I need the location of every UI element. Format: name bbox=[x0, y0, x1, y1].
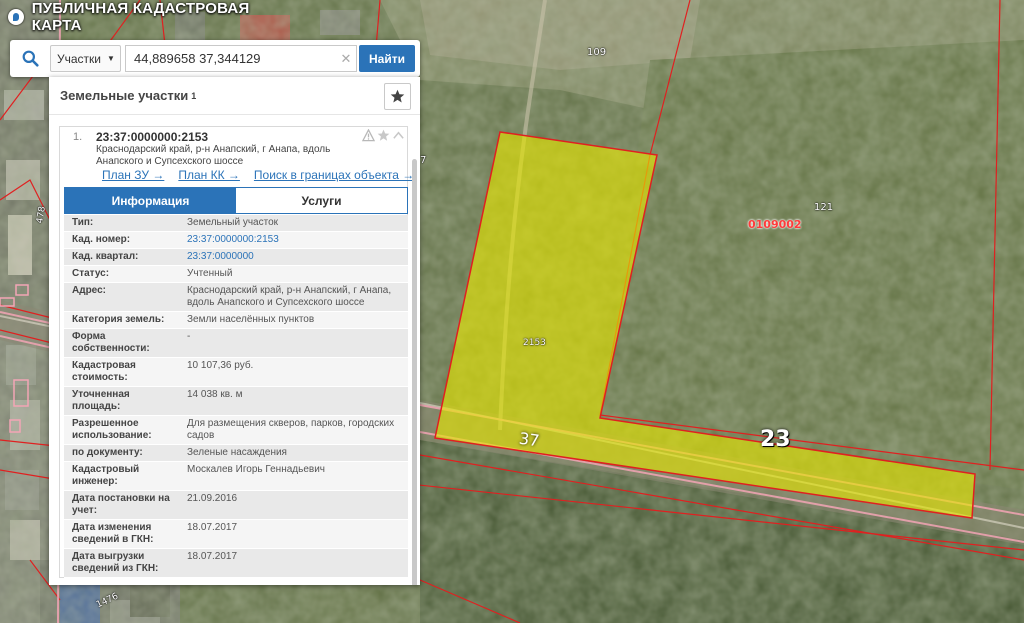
result-tools bbox=[361, 128, 405, 142]
info-key: Кадастровая стоимость: bbox=[72, 360, 136, 383]
panel-title: Земельные участки bbox=[60, 88, 189, 103]
star-icon bbox=[390, 89, 405, 103]
star-outline-icon[interactable] bbox=[377, 129, 390, 142]
panel-header: Земельные участки 1 bbox=[49, 77, 420, 115]
results-scroll-area[interactable]: 1. 23:37:0000000:2153 Краснодарский край… bbox=[49, 116, 420, 585]
map-label-23: 23 bbox=[760, 427, 791, 452]
info-value: 18.07.2017 bbox=[187, 551, 238, 562]
search-bar: Участки ▼ ✕ Найти bbox=[10, 40, 420, 77]
map-label-121: 121 bbox=[814, 202, 834, 213]
info-value-link[interactable]: 23:37:0000000:2153 bbox=[176, 232, 408, 248]
info-key: Дата выгрузки сведений из ГКН: bbox=[72, 551, 159, 574]
info-key: Дата постановки на учет: bbox=[72, 493, 170, 516]
warning-icon[interactable] bbox=[361, 128, 376, 142]
info-value: 10 107,36 руб. bbox=[187, 360, 254, 371]
map-label-37: 37 bbox=[517, 428, 541, 451]
search-input-wrap: ✕ bbox=[125, 45, 357, 72]
result-address: Краснодарский край, р-н Анапский, г Анап… bbox=[96, 144, 331, 167]
map-label-quarter: 0109002 bbox=[748, 218, 802, 231]
find-button[interactable]: Найти bbox=[359, 45, 415, 72]
info-row: Разрешенное использование: Для размещения… bbox=[64, 416, 408, 445]
info-row: Форма собственности: - bbox=[64, 329, 408, 358]
info-value: Москалев Игорь Геннадьевич bbox=[187, 464, 326, 475]
tab-information[interactable]: Информация bbox=[65, 188, 236, 213]
info-key: Статус: bbox=[72, 268, 110, 279]
map-label-7: 7 bbox=[420, 155, 427, 166]
info-value: 18.07.2017 bbox=[187, 522, 238, 533]
info-row: Кад. номер: 23:37:0000000:2153 bbox=[64, 232, 408, 249]
info-row: Дата постановки на учет: 21.09.2016 bbox=[64, 491, 408, 520]
info-key: по документу: bbox=[72, 447, 143, 458]
map-pin-logo-icon[interactable] bbox=[8, 9, 24, 25]
result-card-header: 1. 23:37:0000000:2153 Краснодарский край… bbox=[60, 127, 414, 182]
chevron-down-icon: ▼ bbox=[107, 54, 115, 63]
chevron-up-icon[interactable] bbox=[392, 129, 405, 142]
info-value: Земельный участок bbox=[187, 217, 279, 228]
info-value: 21.09.2016 bbox=[187, 493, 238, 504]
info-row: Дата выгрузки сведений из ГКН: 18.07.2017 bbox=[64, 549, 408, 578]
info-value-link[interactable]: 23:37:0000000 bbox=[176, 249, 408, 265]
info-value: Зеленые насаждения bbox=[187, 447, 287, 458]
map-label-109: 109 bbox=[587, 47, 607, 58]
result-card[interactable]: 1. 23:37:0000000:2153 Краснодарский край… bbox=[59, 126, 414, 578]
info-row: по документу: Зеленые насаждения bbox=[64, 445, 408, 462]
info-key: Категория земель: bbox=[72, 314, 165, 325]
info-row: Кадастровая стоимость: 10 107,36 руб. bbox=[64, 358, 408, 387]
result-cad-number: 23:37:0000000:2153 bbox=[96, 130, 209, 144]
info-row: Тип: Земельный участок bbox=[64, 215, 408, 232]
info-key: Кад. номер: bbox=[72, 234, 131, 245]
result-links: План ЗУ → План КК → Поиск в границах объ… bbox=[102, 168, 414, 182]
plan-zu-link[interactable]: План ЗУ → bbox=[102, 168, 164, 182]
info-value: Краснодарский край, р-н Анапский, г Анап… bbox=[187, 285, 392, 308]
search-type-select[interactable]: Участки ▼ bbox=[50, 45, 121, 72]
info-key: Адрес: bbox=[72, 285, 106, 296]
info-key: Уточненная площадь: bbox=[72, 389, 130, 412]
clear-icon[interactable]: ✕ bbox=[336, 51, 356, 67]
info-value: - bbox=[187, 331, 191, 342]
info-value: 14 038 кв. м bbox=[187, 389, 243, 400]
tab-services[interactable]: Услуги bbox=[236, 188, 407, 213]
plan-kk-link[interactable]: План КК → bbox=[178, 168, 240, 182]
info-row: Статус: Учтенный bbox=[64, 266, 408, 283]
info-row: Адрес: Краснодарский край, р-н Анапский, … bbox=[64, 283, 408, 312]
search-in-bounds-link[interactable]: Поиск в границах объекта → bbox=[254, 168, 414, 182]
favorites-button[interactable] bbox=[384, 83, 411, 110]
info-value: Для размещения скверов, парков, городски… bbox=[187, 418, 395, 441]
info-row: Категория земель: Земли населённых пункто… bbox=[64, 312, 408, 329]
info-row: Дата изменения сведений в ГКН: 18.07.2017 bbox=[64, 520, 408, 549]
info-key: Дата изменения сведений в ГКН: bbox=[72, 522, 154, 545]
map-label-2153: 2153 bbox=[523, 338, 546, 348]
search-icon[interactable] bbox=[10, 40, 50, 77]
result-index: 1. bbox=[73, 131, 83, 143]
panel-count: 1 bbox=[191, 90, 197, 101]
info-row: Уточненная площадь: 14 038 кв. м bbox=[64, 387, 408, 416]
app-title: ПУБЛИЧНАЯ КАДАСТРОВАЯ КАРТА bbox=[31, 0, 250, 34]
info-value: Учтенный bbox=[187, 268, 233, 279]
search-type-value: Участки bbox=[57, 51, 101, 66]
result-tabs: Информация Услуги bbox=[64, 187, 408, 214]
info-row: Кадастровый инженер: Москалев Игорь Генна… bbox=[64, 462, 408, 491]
info-key: Кадастровый инженер: bbox=[72, 464, 140, 487]
info-row: Кад. квартал: 23:37:0000000 bbox=[64, 249, 408, 266]
results-panel: Земельные участки 1 1. 23:37:0000000:215… bbox=[49, 77, 420, 585]
search-input[interactable] bbox=[126, 46, 336, 71]
info-key: Разрешенное использование: bbox=[72, 418, 152, 441]
info-key: Форма собственности: bbox=[72, 331, 150, 354]
app-header: ПУБЛИЧНАЯ КАДАСТРОВАЯ КАРТА bbox=[0, 0, 300, 34]
info-value: Земли населённых пунктов bbox=[187, 314, 315, 325]
panel-scrollbar[interactable] bbox=[412, 159, 417, 585]
info-key: Кад. квартал: bbox=[72, 251, 139, 262]
info-table: Тип: Земельный участок Кад. номер: 23:37:0… bbox=[64, 215, 408, 578]
info-key: Тип: bbox=[72, 217, 94, 228]
